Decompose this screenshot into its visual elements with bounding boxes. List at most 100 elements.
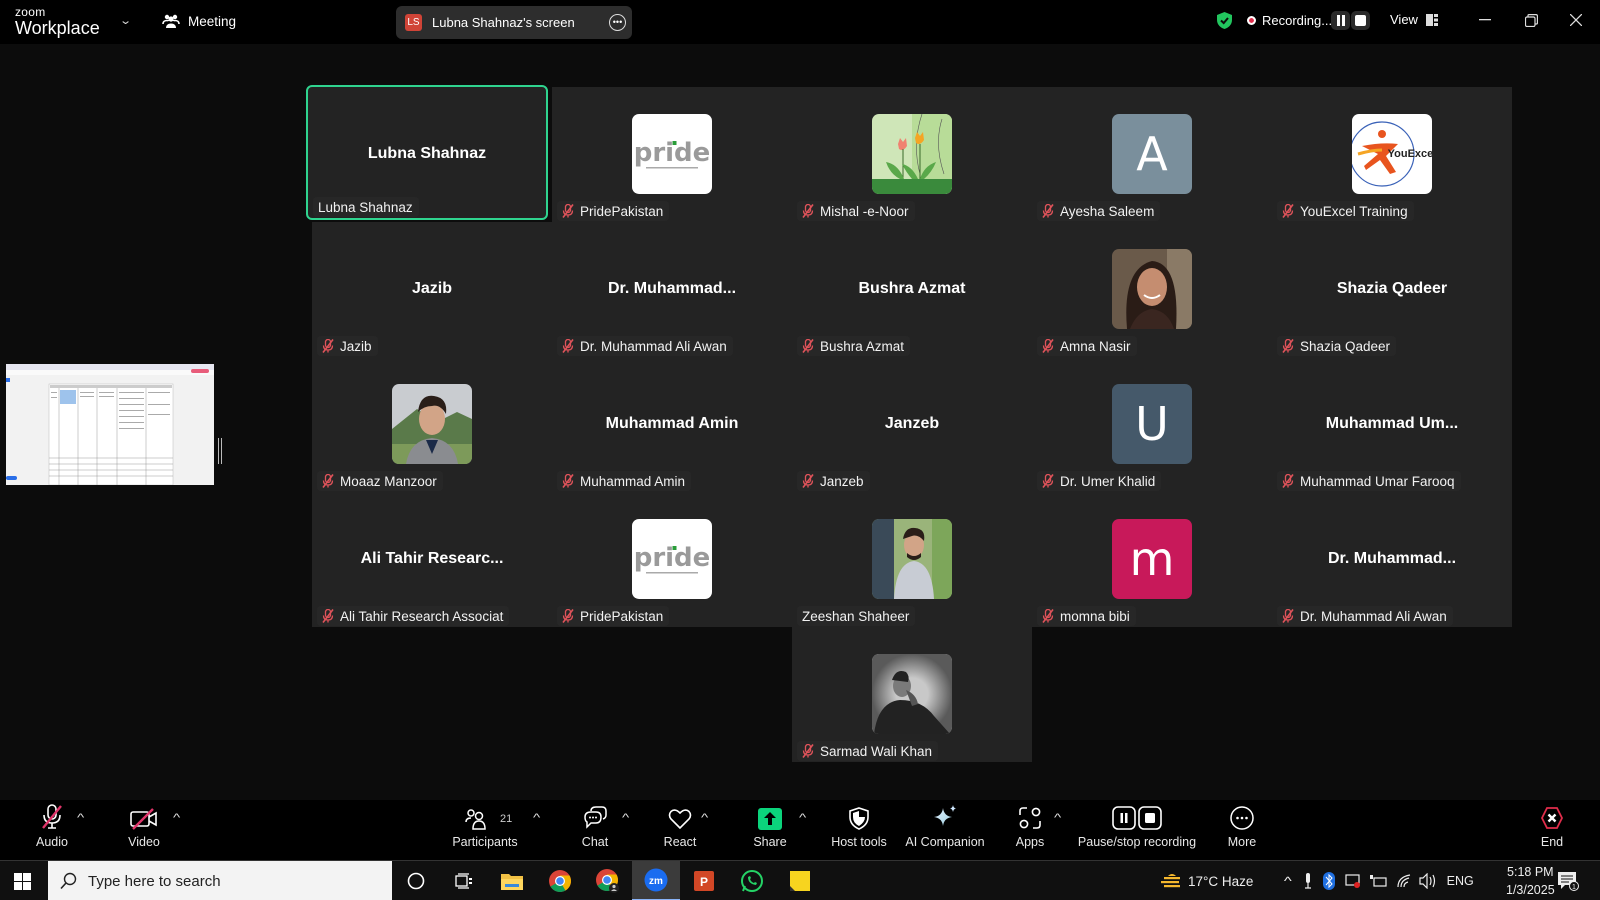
chat-button[interactable]: Chat bbox=[575, 800, 615, 860]
participant-tile[interactable]: Zeeshan Shaheer bbox=[792, 492, 1032, 627]
pause-stop-recording-button[interactable]: Pause/stop recording bbox=[1077, 800, 1197, 860]
sticky-notes-icon bbox=[790, 871, 810, 891]
participant-tile[interactable]: Dr. Muhammad... Dr. Muhammad Ali Awan bbox=[1272, 492, 1512, 627]
participant-tile[interactable]: Ali Tahir Researc... Ali Tahir Research A… bbox=[312, 492, 552, 627]
apps-icon bbox=[1019, 807, 1041, 829]
mic-muted-icon bbox=[1042, 339, 1054, 353]
participant-name-label: PridePakistan bbox=[557, 201, 670, 221]
participant-tile[interactable]: Bushra Azmat Bushra Azmat bbox=[792, 222, 1032, 357]
audio-button[interactable]: Audio bbox=[32, 800, 72, 860]
more-button[interactable]: More bbox=[1222, 800, 1262, 860]
audio-options-caret[interactable]: ^ bbox=[77, 812, 84, 824]
participant-name: Dr. Muhammad Ali Awan bbox=[580, 338, 727, 354]
participant-tile[interactable]: U Dr. Umer Khalid bbox=[1032, 357, 1272, 492]
stop-recording-button[interactable] bbox=[1351, 11, 1370, 30]
video-button[interactable]: Video bbox=[124, 800, 164, 860]
participant-tile[interactable]: YouExcel YouExcel Training bbox=[1272, 87, 1512, 222]
encryption-shield-icon[interactable] bbox=[1216, 11, 1233, 30]
participant-tile[interactable]: Lubna Shahnaz Lubna Shahnaz bbox=[306, 85, 548, 220]
language-indicator[interactable]: ENG bbox=[1447, 874, 1474, 888]
powerpoint-button[interactable]: P bbox=[680, 861, 728, 900]
end-icon bbox=[1540, 807, 1564, 829]
pause-recording-button[interactable] bbox=[1331, 11, 1350, 30]
zoom-app-icon: zm bbox=[644, 868, 668, 892]
participant-tile[interactable]: Muhammad Um... Muhammad Umar Farooq bbox=[1272, 357, 1512, 492]
sticky-notes-button[interactable] bbox=[776, 861, 824, 900]
battery-charging-icon[interactable] bbox=[1369, 874, 1387, 888]
more-options-icon[interactable]: ••• bbox=[609, 14, 626, 31]
participant-photo bbox=[872, 654, 952, 734]
participant-tile[interactable]: Moaaz Manzoor bbox=[312, 357, 552, 492]
video-options-caret[interactable]: ^ bbox=[173, 812, 180, 824]
whatsapp-button[interactable] bbox=[728, 861, 776, 900]
show-hidden-icons-chevron[interactable]: ^ bbox=[1284, 874, 1292, 888]
participants-label: Participants bbox=[452, 835, 518, 849]
microphone-in-use-icon[interactable] bbox=[1303, 873, 1313, 889]
apps-options-caret[interactable]: ^ bbox=[1054, 812, 1061, 824]
participants-options-caret[interactable]: ^ bbox=[533, 812, 540, 824]
people-icon bbox=[162, 14, 180, 28]
chat-options-caret[interactable]: ^ bbox=[622, 812, 629, 824]
view-button[interactable]: View bbox=[1390, 12, 1438, 27]
participant-tile[interactable]: Jazib Jazib bbox=[312, 222, 552, 357]
host-tools-shield-icon bbox=[849, 807, 869, 830]
participant-tile[interactable]: Mishal -e-Noor bbox=[792, 87, 1032, 222]
mic-muted-icon bbox=[802, 474, 814, 488]
task-view-button[interactable] bbox=[440, 861, 488, 900]
recording-dot-icon bbox=[1247, 16, 1256, 25]
participant-name: Bushra Azmat bbox=[820, 338, 905, 354]
screen-share-indicator[interactable]: LS Lubna Shahnaz's screen ••• bbox=[396, 6, 632, 39]
participant-tile[interactable]: Amna Nasir bbox=[1032, 222, 1272, 357]
action-center-button[interactable]: 1 bbox=[1548, 861, 1588, 900]
profile-picture: YouExcel bbox=[1352, 114, 1432, 194]
participant-tile[interactable]: pride PridePakistan bbox=[552, 87, 792, 222]
participant-tile[interactable]: Janzeb Janzeb bbox=[792, 357, 1032, 492]
participants-button[interactable]: Participants bbox=[450, 800, 520, 860]
host-tools-button[interactable]: Host tools bbox=[826, 800, 892, 860]
participant-tile[interactable]: A Ayesha Saleem bbox=[1032, 87, 1272, 222]
thumbnail-resize-handle[interactable] bbox=[218, 438, 222, 464]
react-button[interactable]: React bbox=[660, 800, 700, 860]
participant-name-label: Dr. Umer Khalid bbox=[1037, 471, 1162, 491]
participant-name: Dr. Umer Khalid bbox=[1060, 473, 1156, 489]
chrome-profile-button[interactable] bbox=[584, 861, 632, 900]
participant-tile[interactable]: Dr. Muhammad... Dr. Muhammad Ali Awan bbox=[552, 222, 792, 357]
share-options-caret[interactable]: ^ bbox=[799, 812, 806, 824]
display-icon[interactable] bbox=[1345, 873, 1361, 889]
restore-button[interactable] bbox=[1516, 8, 1546, 32]
shared-document-preview bbox=[6, 364, 214, 485]
participant-tile[interactable]: Sarmad Wali Khan bbox=[792, 627, 1032, 762]
minimize-button[interactable] bbox=[1470, 8, 1500, 32]
file-explorer-button[interactable] bbox=[488, 861, 536, 900]
participant-tile[interactable]: Shazia Qadeer Shazia Qadeer bbox=[1272, 222, 1512, 357]
ai-companion-button[interactable]: AI Companion bbox=[900, 800, 990, 860]
end-meeting-button[interactable]: End bbox=[1532, 800, 1572, 860]
bluetooth-icon[interactable] bbox=[1322, 872, 1335, 890]
shared-screen-thumbnail[interactable] bbox=[6, 364, 214, 485]
wifi-icon[interactable] bbox=[1397, 874, 1413, 888]
zoom-taskbar-button[interactable]: zm bbox=[632, 861, 680, 900]
taskbar-search-box[interactable]: Type here to search bbox=[48, 861, 392, 900]
volume-icon[interactable] bbox=[1419, 873, 1437, 889]
weather-widget[interactable]: 17°C Haze bbox=[1160, 861, 1253, 900]
participant-tile[interactable]: m momna bibi bbox=[1032, 492, 1272, 627]
participant-tile[interactable]: Muhammad Amin Muhammad Amin bbox=[552, 357, 792, 492]
react-options-caret[interactable]: ^ bbox=[701, 812, 708, 824]
participant-name: Janzeb bbox=[820, 473, 864, 489]
cortana-button[interactable] bbox=[392, 861, 440, 900]
chrome-button[interactable] bbox=[536, 861, 584, 900]
participant-name-label: YouExcel Training bbox=[1277, 201, 1414, 221]
participant-tile[interactable]: pride PridePakistan bbox=[552, 492, 792, 627]
meeting-menu[interactable]: Meeting bbox=[162, 13, 236, 29]
apps-button[interactable]: Apps bbox=[1010, 800, 1050, 860]
windows-taskbar: Type here to search zm P 17°C Haze ^ ENG… bbox=[0, 860, 1600, 900]
share-button[interactable]: Share bbox=[750, 800, 790, 860]
chrome-profile-icon bbox=[596, 869, 619, 893]
windows-start-icon[interactable] bbox=[14, 873, 31, 890]
avatar-letter: A bbox=[1136, 127, 1168, 181]
chevron-down-icon[interactable]: ⌄ bbox=[119, 14, 132, 27]
ai-companion-label: AI Companion bbox=[905, 835, 985, 849]
close-window-button[interactable] bbox=[1561, 8, 1591, 32]
meeting-label: Meeting bbox=[188, 13, 237, 29]
participant-name: Dr. Muhammad Ali Awan bbox=[1300, 608, 1447, 624]
